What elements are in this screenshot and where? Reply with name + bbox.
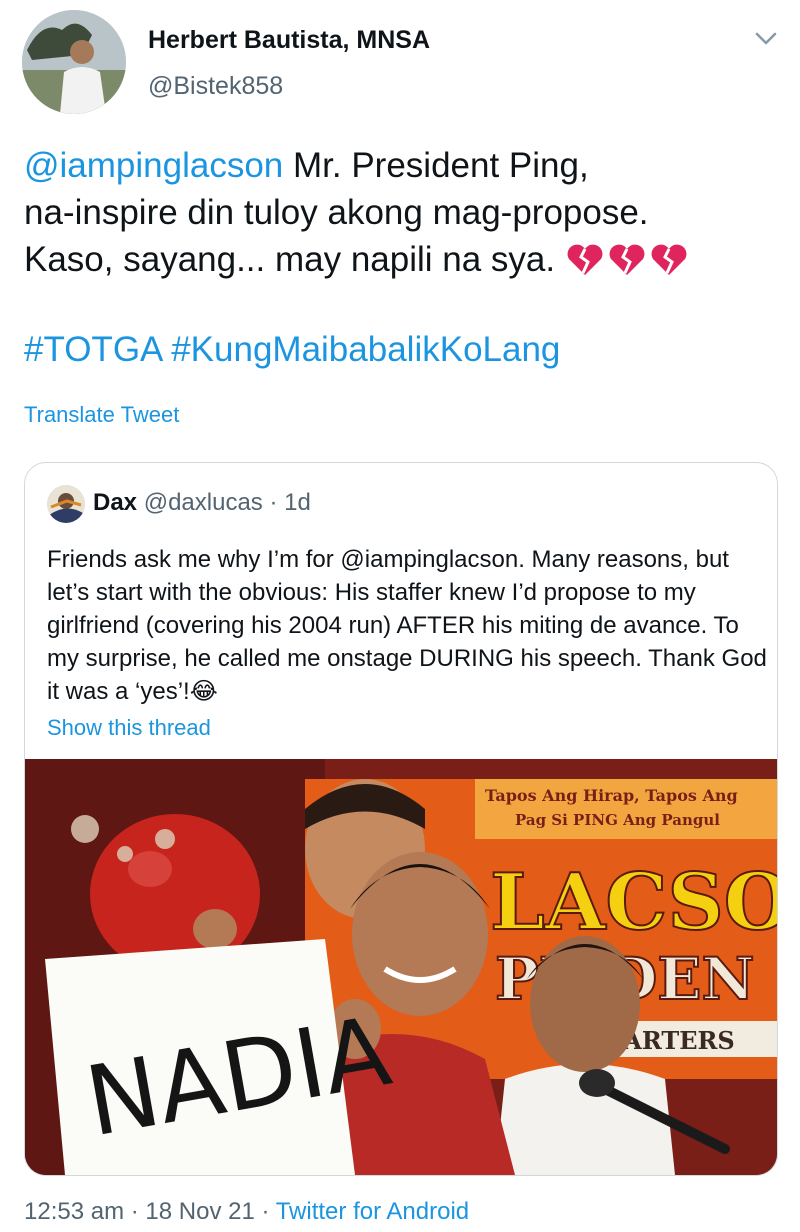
tweet-footer: 12:53 am · 18 Nov 21 · Twitter for Andro…	[24, 1198, 470, 1225]
author-handle[interactable]: @Bistek858	[148, 72, 283, 101]
quoted-tweet-card[interactable]: Dax @daxlucas · 1d Friends ask me why I’…	[24, 462, 778, 1176]
tweet-line-3: Kaso, sayang... may napili na sya.	[24, 236, 784, 289]
tears-of-joy-icon: 😂	[189, 678, 218, 705]
tweet-source-link[interactable]: Twitter for Android	[276, 1198, 469, 1225]
mention-link[interactable]: @iampinglacson	[24, 146, 283, 185]
quoted-header: Dax @daxlucas · 1d	[93, 489, 311, 516]
chevron-down-icon[interactable]	[752, 24, 780, 52]
quoted-time: 1d	[284, 489, 311, 516]
quoted-author-name: Dax	[93, 489, 138, 516]
hashtags: #TOTGA #KungMaibabalikKoLang	[24, 330, 560, 370]
tweet-text: @iampinglacson Mr. President Ping, na-in…	[24, 142, 784, 289]
show-this-thread-link[interactable]: Show this thread	[47, 715, 211, 741]
hashtag-kungmaibabalikkolang[interactable]: #KungMaibabalikKoLang	[171, 330, 560, 369]
quoted-author-avatar	[47, 485, 85, 523]
tweet-line-1: @iampinglacson Mr. President Ping,	[24, 146, 589, 185]
author-avatar[interactable]	[22, 10, 126, 114]
banner-line-2: Pag Si PING Ang Pangul	[515, 811, 720, 829]
broken-heart-icon	[565, 242, 693, 289]
tweet-date: 18 Nov 21	[145, 1198, 255, 1225]
hashtag-totga[interactable]: #TOTGA	[24, 330, 161, 369]
tweet-line-2: na-inspire din tuloy akong mag-propose.	[24, 193, 649, 232]
author-display-name[interactable]: Herbert Bautista, MNSA	[148, 26, 430, 55]
quoted-tweet-photo[interactable]: Tapos Ang Hirap, Tapos Ang Pag Si PING A…	[25, 759, 777, 1175]
tweet-time: 12:53 am	[24, 1198, 125, 1225]
banner-line-1: Tapos Ang Hirap, Tapos Ang	[485, 786, 738, 805]
quoted-mention: @iampinglacson	[340, 546, 519, 573]
quoted-tweet-text: Friends ask me why I’m for @iampinglacso…	[47, 546, 767, 705]
quoted-author-handle: @daxlucas	[143, 489, 263, 516]
banner-big-text: LACSO	[490, 857, 777, 948]
translate-tweet-link[interactable]: Translate Tweet	[24, 402, 179, 428]
